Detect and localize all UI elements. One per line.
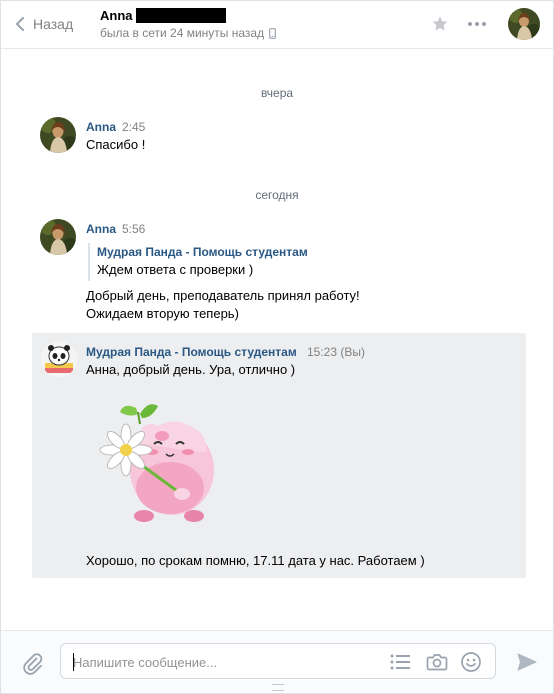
date-divider-yesterday: вчера bbox=[260, 86, 294, 100]
forwarded-message[interactable]: Мудрая Панда - Помощь студентам Ждем отв… bbox=[88, 243, 308, 281]
text-caret bbox=[73, 653, 74, 671]
resize-handle[interactable] bbox=[272, 684, 284, 691]
back-button[interactable]: Назад bbox=[15, 13, 73, 35]
chevron-left-icon bbox=[16, 17, 24, 31]
message-author[interactable]: Мудрая Панда - Помощь студентам bbox=[86, 345, 297, 359]
camera-icon[interactable] bbox=[426, 651, 448, 673]
peer-status-text: была в сети 24 минуты назад bbox=[100, 26, 265, 40]
quote-author[interactable]: Мудрая Панда - Помощь студентам bbox=[97, 243, 308, 261]
message-time[interactable]: 15:23 (Вы) bbox=[307, 345, 365, 359]
date-divider-today: сегодня bbox=[255, 188, 299, 202]
redaction-bar bbox=[135, 8, 226, 23]
message-text: Анна, добрый день. Ура, отлично ) bbox=[86, 362, 296, 377]
quote-text: Ждем ответа с проверки ) bbox=[97, 262, 254, 277]
message-text-line: Ожидаем вторую теперь) bbox=[86, 306, 239, 321]
message-text: Хорошо, по срокам помню, 17.11 дата у на… bbox=[86, 553, 425, 568]
message-input[interactable] bbox=[73, 653, 373, 671]
sticker-image[interactable] bbox=[96, 398, 226, 528]
message-time[interactable]: 5:56 bbox=[122, 222, 145, 236]
message-author[interactable]: Anna bbox=[86, 120, 116, 134]
back-label: Назад bbox=[33, 16, 74, 32]
smile-icon[interactable] bbox=[460, 651, 482, 673]
message-time[interactable]: 2:45 bbox=[122, 120, 145, 134]
chat-header: Назад Anna была в сети 24 минуты назад bbox=[1, 1, 553, 49]
message-author[interactable]: Anna bbox=[86, 222, 116, 236]
send-icon[interactable] bbox=[516, 652, 538, 672]
peer-name[interactable]: Anna bbox=[100, 8, 226, 23]
peer-status: была в сети 24 минуты назад bbox=[100, 26, 276, 40]
avatar[interactable] bbox=[40, 117, 76, 153]
avatar[interactable] bbox=[41, 341, 77, 377]
message-text-line: Добрый день, преподаватель принял работу… bbox=[86, 288, 360, 303]
paperclip-icon[interactable] bbox=[21, 652, 45, 676]
star-icon[interactable] bbox=[431, 15, 449, 33]
avatar[interactable] bbox=[40, 219, 76, 255]
more-icon[interactable] bbox=[467, 15, 487, 33]
templates-list-icon[interactable] bbox=[389, 652, 411, 672]
chat-window: Назад Anna была в сети 24 минуты назад в… bbox=[0, 0, 554, 694]
peer-name-text: Anna bbox=[100, 8, 133, 23]
mobile-icon bbox=[269, 27, 276, 39]
peer-avatar[interactable] bbox=[508, 8, 540, 40]
message-text: Спасибо ! bbox=[86, 137, 146, 152]
